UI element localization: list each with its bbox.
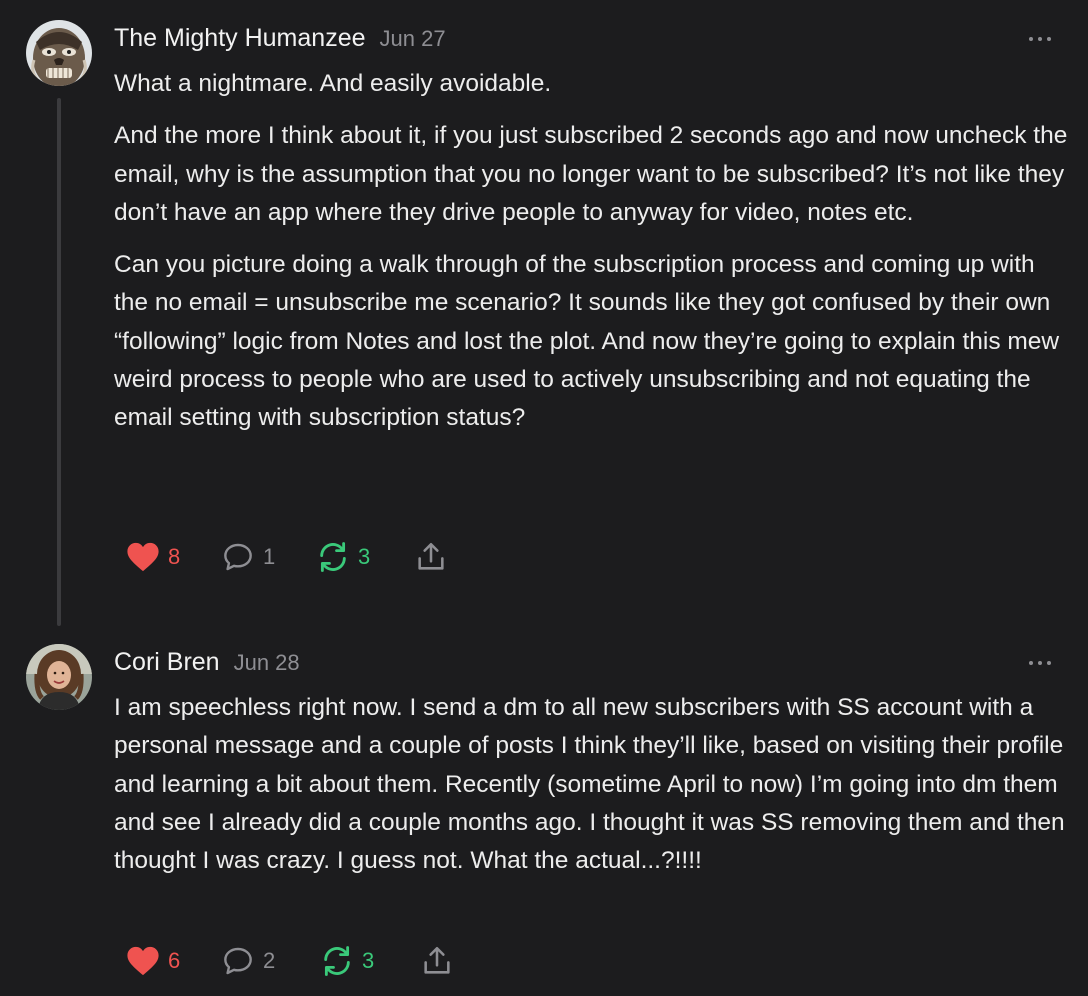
author-name[interactable]: The Mighty Humanzee bbox=[114, 24, 366, 52]
gorilla-mask-avatar-icon bbox=[26, 20, 92, 86]
avatar[interactable] bbox=[26, 644, 92, 710]
restack-count: 3 bbox=[362, 948, 375, 973]
like-button[interactable]: 8 bbox=[126, 537, 180, 577]
share-icon bbox=[424, 946, 450, 974]
thread-line bbox=[57, 98, 61, 626]
share-button[interactable] bbox=[420, 941, 454, 981]
heart-icon bbox=[127, 946, 159, 976]
share-button[interactable] bbox=[414, 537, 448, 577]
comment-paragraph: And the more I think about it, if you ju… bbox=[114, 122, 1068, 226]
comment-header: Cori Bren Jun 28 bbox=[114, 648, 300, 677]
reply-count: 1 bbox=[263, 544, 276, 569]
avatar[interactable] bbox=[26, 20, 92, 86]
like-button[interactable]: 6 bbox=[126, 941, 180, 981]
comment-paragraph: Can you picture doing a walk through of … bbox=[114, 251, 1060, 432]
comment-body: What a nightmare. And easily avoidable. … bbox=[114, 65, 1074, 438]
reply-button[interactable]: 1 bbox=[221, 537, 275, 577]
comment-date[interactable]: Jun 28 bbox=[234, 650, 300, 675]
comment-header: The Mighty Humanzee Jun 27 bbox=[114, 24, 446, 53]
comment-2: Cori Bren Jun 28 I am speechless right no… bbox=[0, 630, 1088, 996]
comment-1: The Mighty Humanzee Jun 27 What a nightma… bbox=[0, 0, 1088, 630]
comment-paragraph: I am speechless right now. I send a dm t… bbox=[114, 694, 1065, 875]
comment-paragraph: What a nightmare. And easily avoidable. bbox=[114, 70, 552, 97]
restack-icon bbox=[324, 946, 350, 976]
comment-bubble-icon bbox=[224, 543, 252, 571]
reply-count: 2 bbox=[263, 948, 276, 973]
heart-icon bbox=[127, 542, 159, 572]
restack-button[interactable]: 3 bbox=[316, 537, 370, 577]
more-options-icon[interactable] bbox=[1026, 658, 1056, 668]
like-count: 6 bbox=[168, 948, 181, 973]
reply-button[interactable]: 2 bbox=[221, 941, 275, 981]
woman-portrait-avatar-icon bbox=[26, 644, 92, 710]
more-options-icon[interactable] bbox=[1026, 34, 1056, 44]
restack-count: 3 bbox=[358, 544, 371, 569]
comment-date[interactable]: Jun 27 bbox=[380, 26, 446, 51]
restack-button[interactable]: 3 bbox=[320, 941, 374, 981]
comment-body: I am speechless right now. I send a dm t… bbox=[114, 689, 1074, 880]
like-count: 8 bbox=[168, 544, 181, 569]
comment-bubble-icon bbox=[224, 947, 252, 975]
share-icon bbox=[418, 542, 444, 570]
author-name[interactable]: Cori Bren bbox=[114, 648, 220, 676]
restack-icon bbox=[320, 542, 346, 572]
